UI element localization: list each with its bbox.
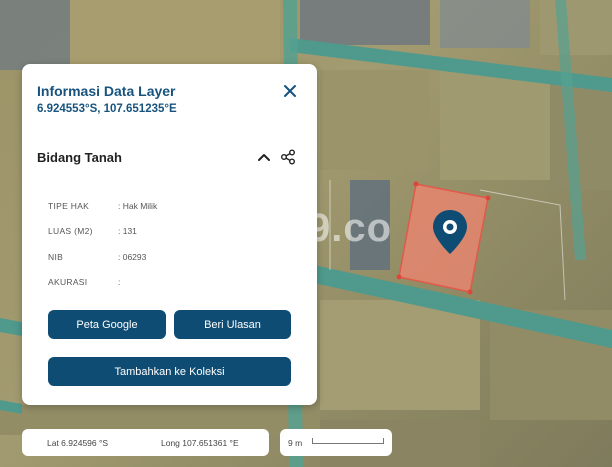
- attribute-value: : Hak Milik: [118, 201, 158, 211]
- attribute-label: AKURASI: [48, 277, 88, 287]
- panel-title: Informasi Data Layer: [37, 83, 176, 99]
- map-watermark: 9.co: [308, 206, 393, 250]
- share-button[interactable]: [279, 148, 297, 166]
- review-button[interactable]: Beri Ulasan: [174, 310, 291, 339]
- add-to-collection-button[interactable]: Tambahkan ke Koleksi: [48, 357, 291, 386]
- close-icon: [284, 85, 296, 97]
- attribute-label: NIB: [48, 252, 64, 262]
- cursor-coordinates-bar: Lat 6.924596 °S Long 107.651361 °E: [22, 429, 269, 456]
- attribute-value: : 131: [118, 226, 137, 236]
- google-maps-button[interactable]: Peta Google: [48, 310, 166, 339]
- map-scale-bar: 9 m: [280, 429, 392, 456]
- section-title: Bidang Tanah: [37, 150, 122, 165]
- info-panel: Informasi Data Layer 6.924553°S, 107.651…: [22, 64, 317, 405]
- panel-coordinates: 6.924553°S, 107.651235°E: [37, 103, 177, 115]
- latitude-readout: Lat 6.924596 °S: [47, 438, 109, 448]
- chevron-up-icon: [258, 154, 270, 161]
- collapse-button[interactable]: [256, 149, 272, 165]
- attribute-label: LUAS (M2): [48, 226, 93, 236]
- attribute-value: :: [118, 277, 121, 287]
- close-button[interactable]: [280, 81, 300, 101]
- scale-label: 9 m: [288, 438, 303, 448]
- scale-line: [312, 438, 384, 444]
- share-icon: [281, 149, 295, 165]
- location-marker-icon[interactable]: [430, 208, 470, 256]
- attribute-value: : 06293: [118, 252, 147, 262]
- longitude-readout: Long 107.651361 °E: [161, 438, 239, 448]
- attribute-label: TIPE HAK: [48, 201, 90, 211]
